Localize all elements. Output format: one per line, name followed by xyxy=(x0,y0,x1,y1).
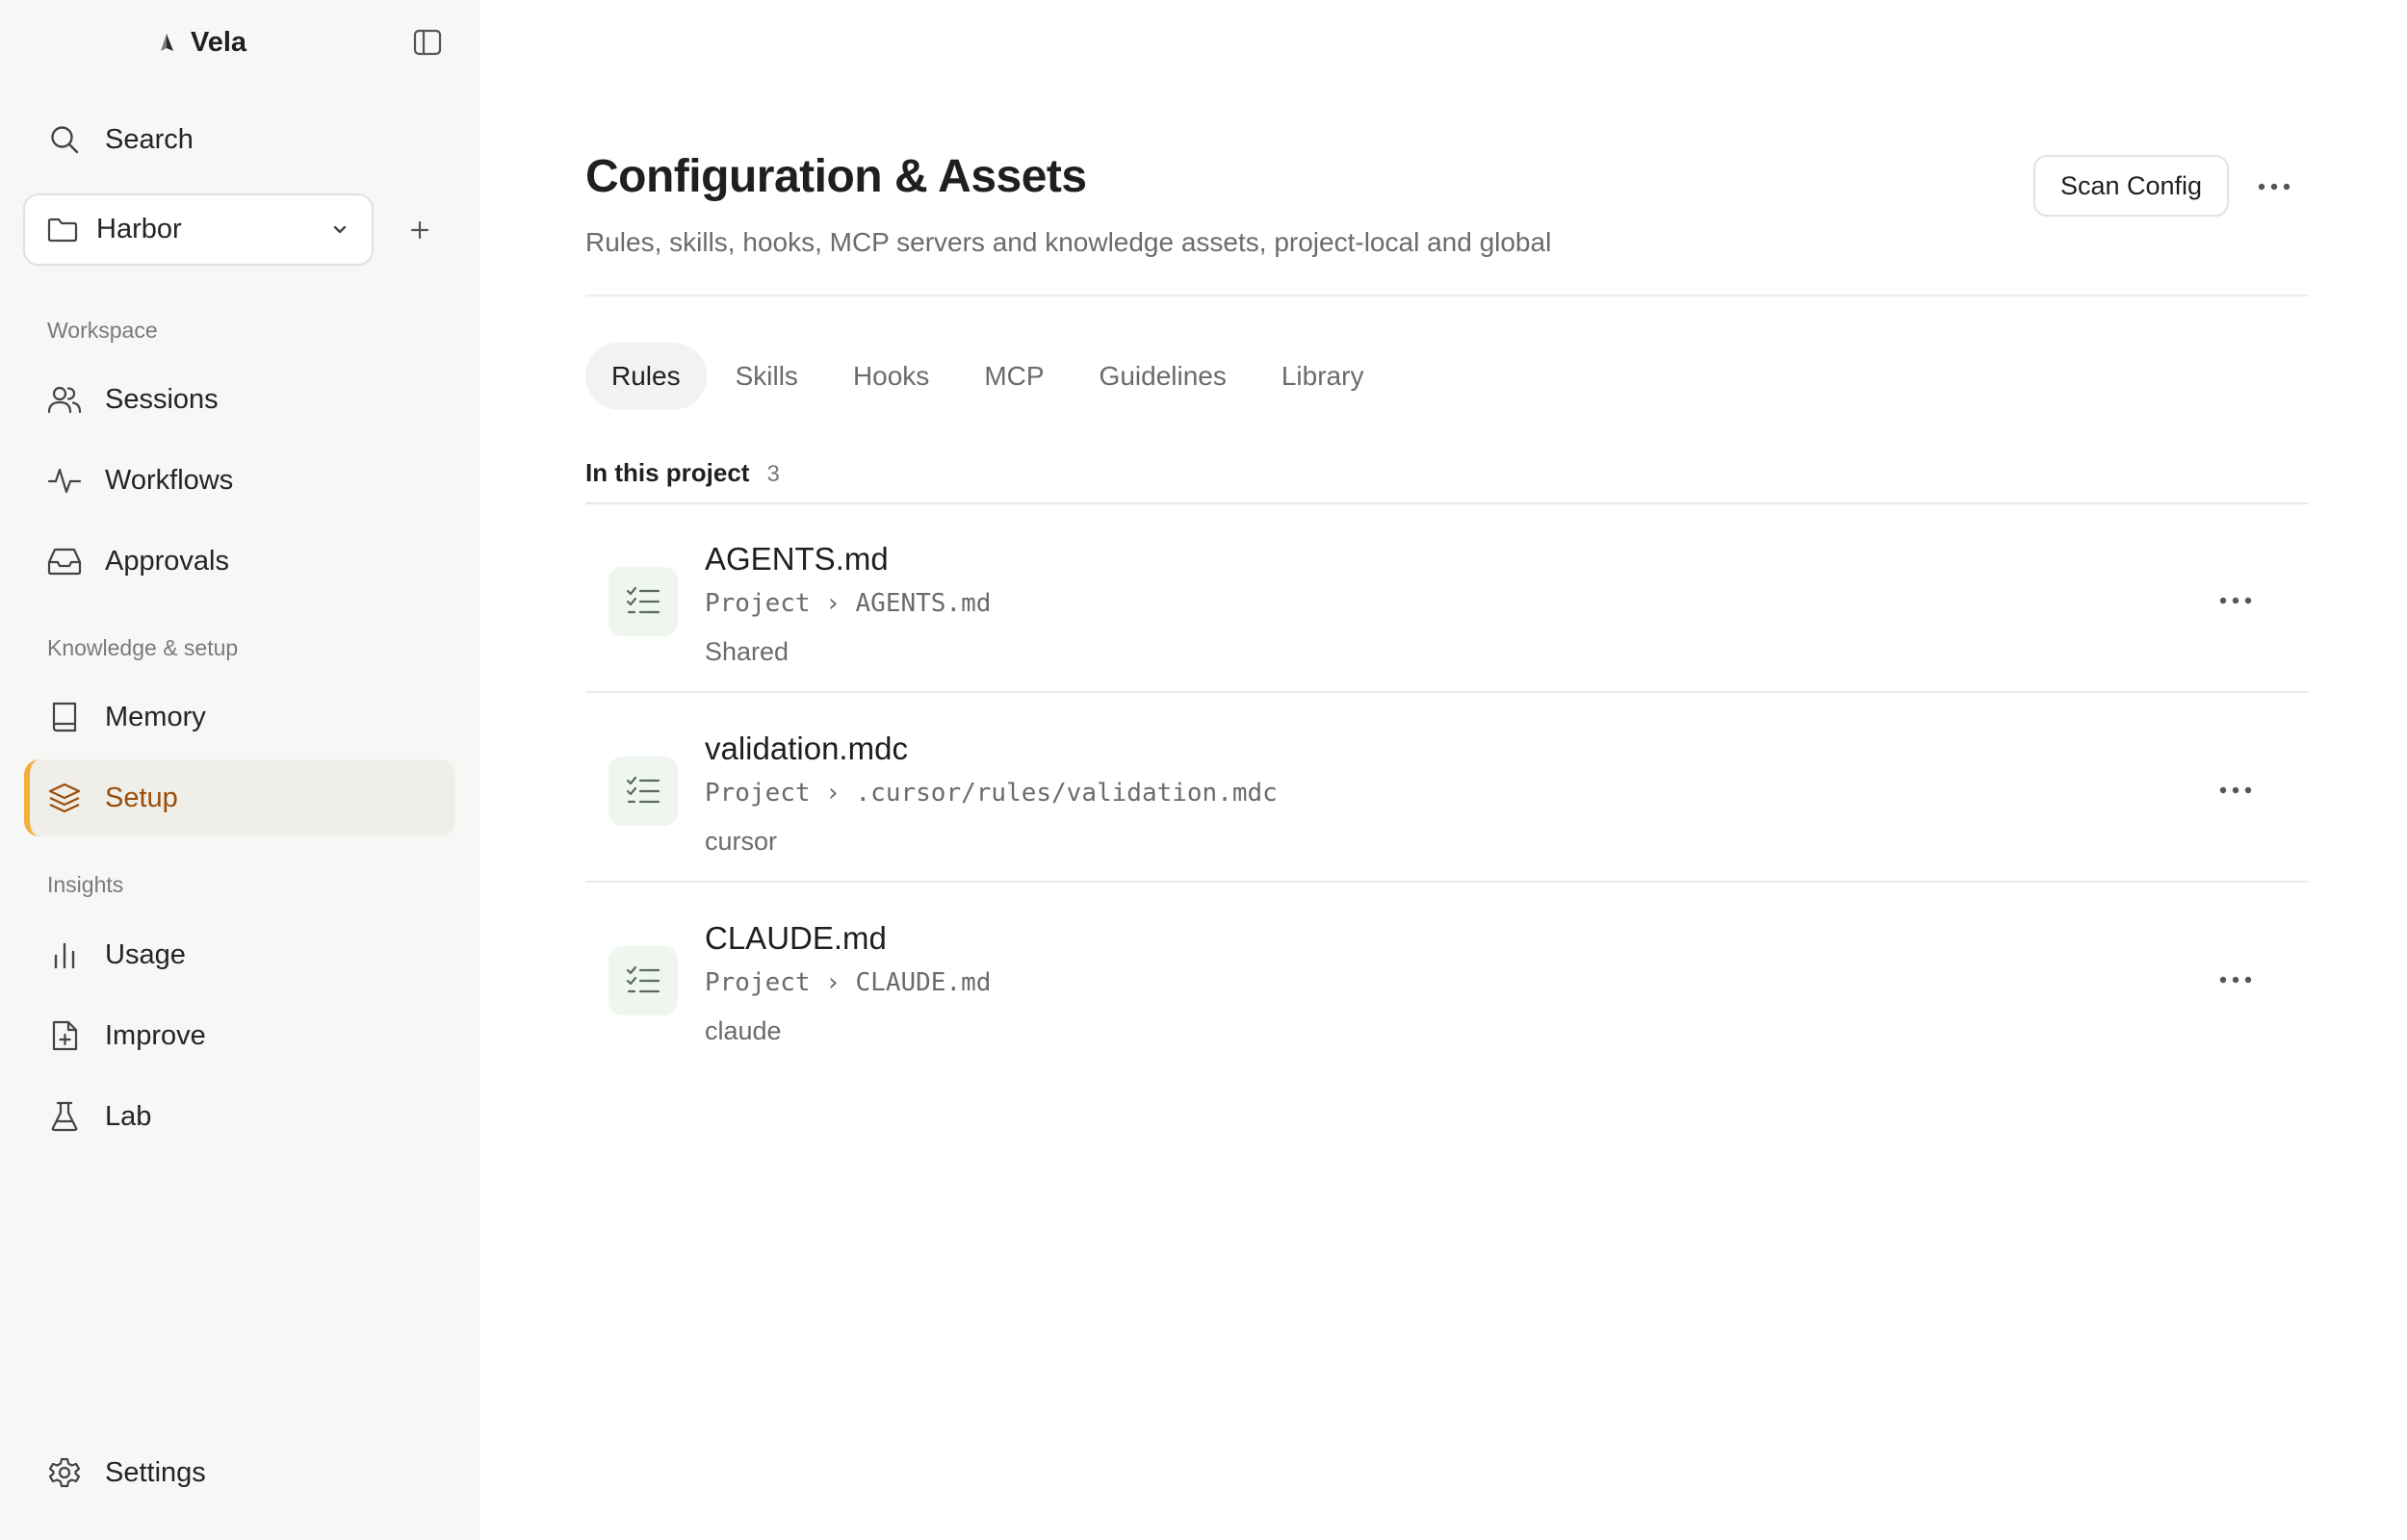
search-label: Search xyxy=(105,123,194,155)
header-more-button[interactable] xyxy=(2253,169,2295,204)
sidebar-item-approvals[interactable]: Approvals xyxy=(24,523,455,600)
checklist-icon xyxy=(608,757,678,826)
tab-library[interactable]: Library xyxy=(1255,343,1390,410)
add-project-button[interactable] xyxy=(402,213,437,247)
tab-rules[interactable]: Rules xyxy=(585,343,707,410)
gear-icon xyxy=(47,1455,82,1490)
checklist-icon xyxy=(608,946,678,1015)
bar-chart-icon xyxy=(47,937,82,972)
plus-icon xyxy=(408,218,431,242)
asset-tabs: Rules Skills Hooks MCP Guidelines Librar… xyxy=(585,343,1392,410)
inbox-icon xyxy=(47,544,82,578)
more-horizontal-icon xyxy=(2257,182,2291,192)
sidebar-item-settings[interactable]: Settings xyxy=(24,1434,455,1511)
list-item[interactable]: CLAUDE.md Project › CLAUDE.md claude xyxy=(585,884,2309,1072)
folder-icon xyxy=(46,216,79,244)
sidebar-item-memory[interactable]: Memory xyxy=(24,679,455,756)
header-divider xyxy=(585,295,2309,296)
sidebar-toggle-icon[interactable] xyxy=(410,25,445,60)
checklist-icon xyxy=(608,567,678,636)
layers-icon xyxy=(47,781,82,815)
more-horizontal-icon xyxy=(2218,975,2253,985)
tab-mcp[interactable]: MCP xyxy=(958,343,1070,410)
rule-more-button[interactable] xyxy=(2214,962,2257,997)
section-label-workspace: Workspace xyxy=(47,318,158,343)
section-header: In this project 3 xyxy=(585,458,780,488)
rule-more-button[interactable] xyxy=(2214,583,2257,618)
sidebar-item-lab[interactable]: Lab xyxy=(24,1078,455,1155)
sidebar-item-improve[interactable]: Improve xyxy=(24,997,455,1074)
sidebar-item-label: Memory xyxy=(105,701,206,732)
sidebar-item-label: Lab xyxy=(105,1100,152,1132)
chevron-down-icon xyxy=(329,219,350,241)
users-icon xyxy=(47,382,82,417)
project-selector[interactable]: Harbor xyxy=(23,193,374,266)
sidebar-item-label: Improve xyxy=(105,1019,206,1051)
section-label-knowledge: Knowledge & setup xyxy=(47,635,239,660)
brand[interactable]: Vela xyxy=(156,27,246,59)
rule-name: AGENTS.md xyxy=(705,541,889,577)
rule-path: Project › .cursor/rules/validation.mdc xyxy=(705,779,1278,808)
tab-hooks[interactable]: Hooks xyxy=(827,343,955,410)
rule-path: Project › AGENTS.md xyxy=(705,589,992,618)
section-title: In this project xyxy=(585,458,750,487)
more-horizontal-icon xyxy=(2218,785,2253,795)
sail-logo-icon xyxy=(156,32,177,55)
sidebar: Vela Search Harbor Workspace Sessions Wo… xyxy=(0,0,479,1540)
tab-skills[interactable]: Skills xyxy=(710,343,824,410)
sidebar-item-label: Approvals xyxy=(105,545,229,577)
rule-name: validation.mdc xyxy=(705,731,908,766)
sidebar-item-setup[interactable]: Setup xyxy=(24,759,455,836)
list-item[interactable]: validation.mdc Project › .cursor/rules/v… xyxy=(585,694,2309,883)
file-plus-icon xyxy=(47,1018,82,1053)
sidebar-item-label: Setup xyxy=(105,782,178,813)
project-selector-value: Harbor xyxy=(96,214,182,244)
rule-tag: cursor xyxy=(705,827,778,856)
flask-icon xyxy=(47,1099,82,1134)
app-name: Vela xyxy=(191,27,247,58)
book-icon xyxy=(47,700,82,734)
sidebar-item-label: Sessions xyxy=(105,383,219,415)
rule-name: CLAUDE.md xyxy=(705,920,887,956)
more-horizontal-icon xyxy=(2218,596,2253,605)
sidebar-item-sessions[interactable]: Sessions xyxy=(24,361,455,438)
list-item[interactable]: AGENTS.md Project › AGENTS.md Shared xyxy=(585,504,2309,693)
page-title: Configuration & Assets xyxy=(585,151,1087,202)
main-content: Configuration & Assets Rules, skills, ho… xyxy=(479,0,2407,1540)
tab-guidelines[interactable]: Guidelines xyxy=(1074,343,1253,410)
scan-config-button[interactable]: Scan Config xyxy=(2033,155,2229,217)
sidebar-item-label: Workflows xyxy=(105,464,234,496)
activity-icon xyxy=(47,463,82,498)
rule-tag: claude xyxy=(705,1016,782,1045)
sidebar-item-usage[interactable]: Usage xyxy=(24,916,455,993)
search-icon xyxy=(47,122,82,157)
sidebar-item-label: Usage xyxy=(105,938,186,970)
search-button[interactable]: Search xyxy=(24,101,455,178)
rule-tag: Shared xyxy=(705,637,789,666)
sidebar-item-label: Settings xyxy=(105,1456,206,1488)
sidebar-item-workflows[interactable]: Workflows xyxy=(24,442,455,519)
page-subtitle: Rules, skills, hooks, MCP servers and kn… xyxy=(585,227,1552,257)
rule-path: Project › CLAUDE.md xyxy=(705,968,992,997)
section-label-insights: Insights xyxy=(47,872,124,897)
rule-more-button[interactable] xyxy=(2214,773,2257,808)
section-count: 3 xyxy=(766,461,780,487)
